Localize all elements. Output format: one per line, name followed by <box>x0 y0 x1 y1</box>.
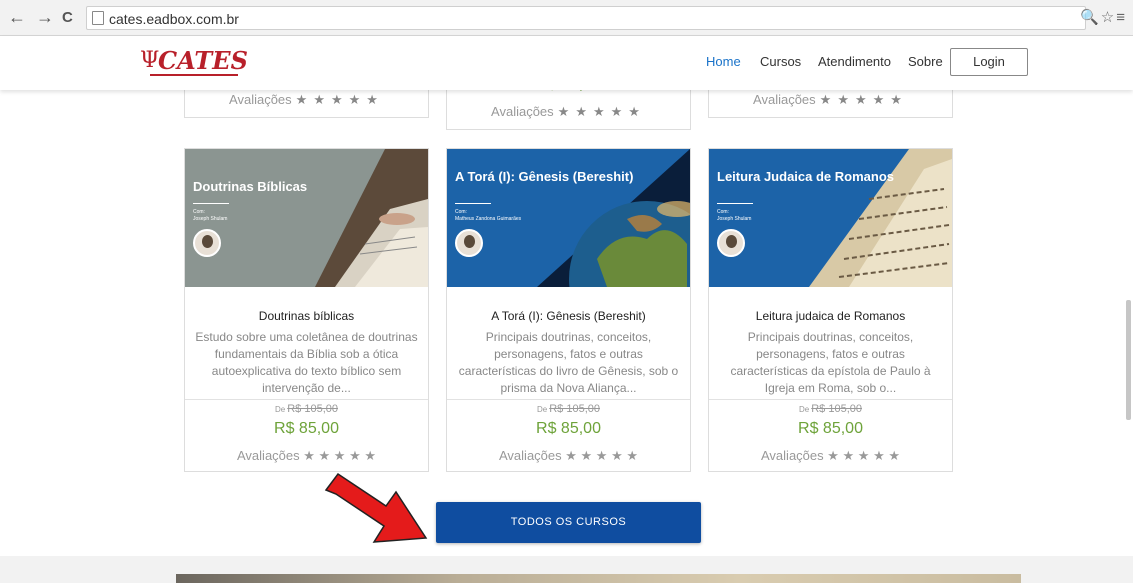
old-price-value: R$ 105,00 <box>287 403 338 415</box>
stars-icon: ★★★★★ <box>557 104 646 119</box>
rating-row: Avaliações ★★★★★ <box>447 104 690 120</box>
rating-row: Avaliações ★ ★ ★ ★ ★ <box>709 448 952 464</box>
stars-icon: ★★★★★ <box>819 92 908 107</box>
stars-icon: ★ ★ ★ ★ ★ <box>303 448 376 463</box>
old-price-value: R$ 105,00 <box>549 403 600 415</box>
page-icon <box>92 11 104 25</box>
rating-label: Avaliações <box>237 448 300 463</box>
course-card-tora[interactable]: A Torá (I): Gênesis (Bereshit) Com: Math… <box>446 148 691 472</box>
forward-arrow-icon[interactable]: → <box>36 8 54 26</box>
course-description: Estudo sobre uma coletânea de doutrinas … <box>195 330 418 395</box>
course-title[interactable]: Doutrinas bíblicas <box>185 309 428 323</box>
stars-icon: ★ ★ ★ ★ ★ <box>565 448 638 463</box>
de-label: De <box>799 405 810 414</box>
card-divider <box>447 399 690 400</box>
de-label: De <box>537 405 548 414</box>
course-price: R$ 85,00 <box>536 420 601 437</box>
back-arrow-icon[interactable]: ← <box>8 8 26 26</box>
course-price: R$ 85,00 <box>274 420 339 437</box>
teacher-avatar <box>717 229 745 257</box>
card-fragment-3[interactable]: Avaliações ★★★★★ <box>708 90 953 118</box>
course-thumbnail[interactable]: Doutrinas Bíblicas Com: Joseph Shulam <box>185 149 428 287</box>
course-thumbnail[interactable]: Leitura Judaica de Romanos Com: Joseph S… <box>709 149 952 287</box>
thumb-title: A Torá (I): Gênesis (Bereshit) <box>455 169 634 184</box>
thumb-title: Leitura Judaica de Romanos <box>717 169 894 184</box>
url-text: cates.eadbox.com.br <box>109 11 239 27</box>
course-title[interactable]: A Torá (I): Gênesis (Bereshit) <box>447 309 690 323</box>
old-price: De R$ 105,00 <box>709 403 952 415</box>
course-card-romanos[interactable]: Leitura Judaica de Romanos Com: Joseph S… <box>708 148 953 472</box>
old-price: De R$ 105,00 <box>185 403 428 415</box>
all-courses-button[interactable]: TODOS OS CURSOS <box>436 502 701 543</box>
logo-text: CATES <box>158 46 248 75</box>
course-price: R$ 85,00 <box>798 420 863 437</box>
rating-label: Avaliações <box>491 104 554 119</box>
rating-row: Avaliações ★ ★ ★ ★ ★ <box>447 448 690 464</box>
thumb-com: Com: <box>717 209 729 215</box>
scrollbar[interactable] <box>1126 300 1131 420</box>
reload-icon[interactable]: C <box>62 9 73 27</box>
nav-home[interactable]: Home <box>706 54 741 69</box>
nav-sobre[interactable]: Sobre <box>908 54 943 69</box>
old-price: De R$ 105,00 <box>447 403 690 415</box>
card-fragment-2[interactable]: R$ 85,00 Avaliações★★★★★ <box>446 80 691 130</box>
browser-menu-icons[interactable]: 🔍☆≡ <box>1080 8 1127 26</box>
rating-row: Avaliações ★ ★ ★ ★ ★ <box>185 448 428 464</box>
rating-row: Avaliações ★★★★★ <box>709 92 952 108</box>
teacher-avatar <box>455 229 483 257</box>
teacher-avatar <box>193 229 221 257</box>
card-fragment-1[interactable]: Avaliações ★★★★★ <box>184 90 429 118</box>
de-label: De <box>275 405 286 414</box>
stars-icon: ★ ★ ★ ★ ★ <box>827 448 900 463</box>
rating-label: Avaliações <box>761 448 824 463</box>
stars-icon: ★★★★★ <box>295 92 384 107</box>
thumb-teacher: Joseph Shulam <box>717 216 752 222</box>
thumb-com: Com: <box>455 209 467 215</box>
menorah-icon: Ψ <box>140 48 160 73</box>
cates-logo[interactable]: Ψ CATES <box>140 46 248 82</box>
rating-row: Avaliações ★★★★★ <box>185 92 428 108</box>
browser-toolbar: ← → C cates.eadbox.com.br 🔍☆≡ <box>0 0 1133 36</box>
old-price-value: R$ 105,00 <box>811 403 862 415</box>
card-divider <box>709 399 952 400</box>
rating-label: Avaliações <box>753 92 816 107</box>
address-bar[interactable]: cates.eadbox.com.br <box>86 6 1086 30</box>
course-description: Principais doutrinas, conceitos, persona… <box>458 330 679 395</box>
thumb-divider <box>193 203 229 204</box>
nav-cursos[interactable]: Cursos <box>760 54 801 69</box>
course-description: Principais doutrinas, conceitos, persona… <box>730 330 931 395</box>
rating-label: Avaliações <box>229 92 292 107</box>
thumb-title: Doutrinas Bíblicas <box>193 179 308 194</box>
thumb-divider <box>717 203 753 204</box>
banner-image <box>176 574 1021 583</box>
thumb-teacher: Matheus Zandona Guimarães <box>455 216 522 222</box>
card-divider <box>185 399 428 400</box>
thumb-divider <box>455 203 491 204</box>
rating-label: Avaliações <box>499 448 562 463</box>
red-arrow-icon <box>324 472 428 543</box>
course-thumbnail[interactable]: A Torá (I): Gênesis (Bereshit) Com: Math… <box>447 149 690 287</box>
nav-atendimento[interactable]: Atendimento <box>818 54 891 69</box>
logo-underline <box>150 74 238 76</box>
thumb-teacher: Joseph Shulam <box>193 216 228 222</box>
course-title[interactable]: Leitura judaica de Romanos <box>709 309 952 323</box>
login-button[interactable]: Login <box>950 48 1028 76</box>
thumb-com: Com: <box>193 209 205 215</box>
course-card-doutrinas[interactable]: Doutrinas Bíblicas Com: Joseph Shulam Do… <box>184 148 429 472</box>
site-header: Ψ CATES Home Cursos Atendimento Sobre Lo… <box>0 36 1133 90</box>
